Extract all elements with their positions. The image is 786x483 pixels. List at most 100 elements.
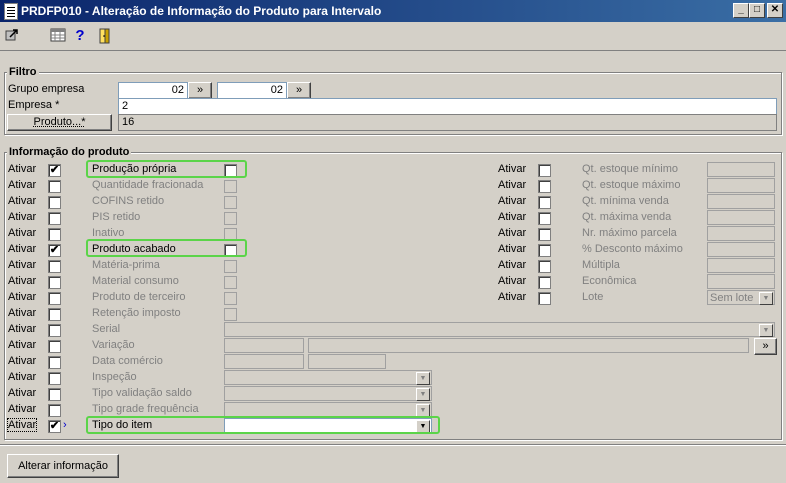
ativar-label: Ativar	[8, 403, 37, 415]
exit-door-icon[interactable]	[96, 28, 112, 44]
app-document-icon	[4, 3, 18, 20]
produto-button-label: Produto...*	[33, 116, 86, 128]
ativar-checkbox[interactable]	[48, 404, 61, 417]
ativar-label: Ativar	[8, 179, 37, 191]
ativar-checkbox[interactable]	[538, 164, 551, 177]
ativar-label: Ativar	[498, 243, 527, 255]
value-checkbox	[224, 276, 237, 289]
close-button[interactable]: ✕	[767, 3, 783, 18]
value-checkbox	[224, 212, 237, 225]
tipo-validacao-arrow-icon: ▼	[416, 388, 430, 401]
data-comercio-to-field	[308, 354, 386, 369]
ativar-checkbox[interactable]	[538, 196, 551, 209]
serial-dropdown: ▼	[224, 322, 775, 337]
ativar-checkbox[interactable]	[538, 244, 551, 257]
variacao-code-field	[224, 338, 304, 353]
highlight-produto-acabado	[86, 239, 247, 257]
ativar-label: Ativar	[8, 371, 37, 383]
ativar-checkbox[interactable]	[538, 228, 551, 241]
value-field	[707, 226, 775, 241]
ativar-checkbox[interactable]	[48, 388, 61, 401]
field-label: COFINS retido	[92, 195, 165, 207]
field-label: Múltipla	[582, 259, 620, 271]
ativar-checkbox[interactable]: ✔	[48, 244, 61, 257]
window-title: PRDFP010 - Alteração de Informação do Pr…	[21, 4, 382, 18]
value-field	[707, 194, 775, 209]
ativar-checkbox[interactable]	[538, 180, 551, 193]
field-label: Quantidade fracionada	[92, 179, 204, 191]
ativar-label: Ativar	[8, 163, 37, 175]
minimize-button[interactable]: _	[733, 3, 749, 18]
ativar-label: Ativar	[8, 195, 37, 207]
ativar-checkbox[interactable]	[48, 228, 61, 241]
lote-dropdown-arrow-icon: ▼	[759, 292, 773, 305]
field-label: Qt. máxima venda	[582, 211, 672, 223]
field-label: Tipo validação saldo	[92, 387, 192, 399]
ativar-checkbox[interactable]: ✔	[48, 420, 61, 433]
value-field	[707, 242, 775, 257]
ativar-checkbox[interactable]	[538, 292, 551, 305]
ativar-checkbox[interactable]	[48, 356, 61, 369]
tipo-validacao-dropdown: ▼	[224, 386, 432, 401]
ativar-label: Ativar	[498, 291, 527, 303]
ativar-label: Ativar	[8, 387, 37, 399]
grid-icon[interactable]	[50, 28, 66, 44]
ativar-checkbox[interactable]	[48, 308, 61, 321]
ativar-checkbox[interactable]	[48, 276, 61, 289]
field-label: Retenção imposto	[92, 307, 181, 319]
ativar-checkbox[interactable]	[538, 276, 551, 289]
ativar-label: Ativar	[8, 339, 37, 351]
ativar-label: Ativar	[6, 418, 38, 432]
ativar-checkbox[interactable]	[48, 324, 61, 337]
ativar-checkbox[interactable]	[48, 292, 61, 305]
ativar-checkbox[interactable]	[48, 340, 61, 353]
grupo-empresa-to-input[interactable]: 02	[217, 82, 287, 99]
value-checkbox	[224, 260, 237, 273]
field-label: % Desconto máximo	[582, 243, 683, 255]
value-field	[707, 274, 775, 289]
empresa-input[interactable]: 2	[118, 98, 777, 115]
ativar-checkbox[interactable]	[48, 196, 61, 209]
ativar-checkbox[interactable]	[48, 212, 61, 225]
ativar-label: Ativar	[8, 259, 37, 271]
title-bar: PRDFP010 - Alteração de Informação do Pr…	[0, 0, 786, 22]
value-checkbox	[224, 180, 237, 193]
field-label: Tipo grade frequência	[92, 403, 199, 415]
tipo-grade-dropdown: ▼	[224, 402, 432, 417]
grupo-to-lookup-button[interactable]: »	[287, 82, 311, 99]
export-icon[interactable]	[4, 28, 20, 44]
ativar-checkbox[interactable]	[48, 260, 61, 273]
value-field	[707, 210, 775, 225]
product-info-group-label: Informação do produto	[7, 146, 132, 158]
help-icon[interactable]: ?	[72, 28, 88, 44]
field-label: Qt. mínima venda	[582, 195, 669, 207]
empresa-label: Empresa *	[8, 99, 60, 111]
grupo-empresa-from-input[interactable]: 02	[118, 82, 188, 99]
maximize-button[interactable]: □	[749, 3, 765, 18]
grupo-from-lookup-button[interactable]: »	[188, 82, 212, 99]
lote-value: Sem lote	[710, 292, 754, 304]
alterar-informacao-button[interactable]: Alterar informação	[7, 454, 119, 478]
ativar-checkbox[interactable]	[538, 212, 551, 225]
ativar-checkbox[interactable]: ✔	[48, 164, 61, 177]
value-field	[707, 162, 775, 177]
value-checkbox	[224, 292, 237, 305]
field-label: PIS retido	[92, 211, 141, 223]
field-label: Nr. máximo parcela	[582, 227, 677, 239]
ativar-label: Ativar	[498, 163, 527, 175]
ativar-label: Ativar	[498, 179, 527, 191]
ativar-label: Ativar	[8, 227, 37, 239]
variacao-desc-field	[308, 338, 749, 353]
serial-dropdown-arrow-icon: ▼	[759, 324, 773, 337]
caret-icon: ›	[63, 419, 67, 431]
inspecao-arrow-icon: ▼	[416, 372, 430, 385]
ativar-checkbox[interactable]	[538, 260, 551, 273]
ativar-label: Ativar	[8, 243, 37, 255]
produto-button[interactable]: Produto...*	[7, 114, 112, 131]
filter-group-label: Filtro	[7, 66, 39, 78]
ativar-checkbox[interactable]	[48, 180, 61, 193]
variacao-lookup-button[interactable]: »	[754, 338, 777, 355]
ativar-checkbox[interactable]	[48, 372, 61, 385]
ativar-label: Ativar	[8, 211, 37, 223]
grupo-empresa-label: Grupo empresa	[8, 83, 85, 95]
